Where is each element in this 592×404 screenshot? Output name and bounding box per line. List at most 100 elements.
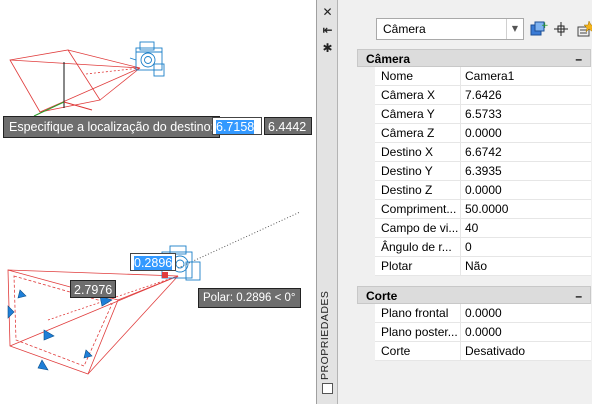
drawing-area xyxy=(7,41,301,375)
grip-bottom-left xyxy=(37,359,49,371)
grip-center xyxy=(43,329,55,341)
row-gutter xyxy=(357,323,375,342)
property-row[interactable]: Ângulo de r... 0 xyxy=(357,238,591,257)
property-name: Ângulo de r... xyxy=(375,238,461,257)
property-value[interactable]: 6.5733 xyxy=(461,105,591,124)
rubber-band-line xyxy=(177,211,301,269)
property-name: Corte xyxy=(375,342,461,361)
property-name: Nome xyxy=(375,67,461,86)
distance-input[interactable]: 0.2896 xyxy=(130,253,176,271)
property-value[interactable]: Não xyxy=(461,257,591,276)
dynamic-input-prompt: Especifique a localização do destino: xyxy=(3,116,220,138)
property-row[interactable]: Corte Desativado xyxy=(357,342,591,361)
property-name: Destino X xyxy=(375,143,461,162)
settings-icon[interactable]: ✱ xyxy=(321,42,334,55)
property-value[interactable]: 7.6426 xyxy=(461,86,591,105)
property-value[interactable]: 40 xyxy=(461,219,591,238)
property-name: Câmera Z xyxy=(375,124,461,143)
palette-title-strip[interactable]: ✕ ⇤ ✱ PROPRIEDADES xyxy=(317,0,338,404)
property-row[interactable]: Destino Y 6.3935 xyxy=(357,162,591,181)
row-gutter xyxy=(357,105,375,124)
palette-title: PROPRIEDADES xyxy=(319,290,331,380)
row-gutter xyxy=(357,181,375,200)
category-spacer xyxy=(357,276,591,286)
drawing-canvas[interactable]: Especifique a localização do destino: 6.… xyxy=(0,0,316,404)
row-gutter xyxy=(357,200,375,219)
property-name: Campo de vi... xyxy=(375,219,461,238)
row-gutter xyxy=(357,219,375,238)
property-name: Plano poster... xyxy=(375,323,461,342)
chevron-down-icon: ▼ xyxy=(506,19,523,39)
property-value[interactable]: 0.0000 xyxy=(461,181,591,200)
category-clipping-label: Corte xyxy=(366,289,398,303)
svg-text:+: + xyxy=(541,21,548,31)
property-row[interactable]: Câmera X 7.6426 xyxy=(357,86,591,105)
category-camera-label: Câmera xyxy=(366,52,411,66)
property-row[interactable]: Nome Camera1 xyxy=(357,67,591,86)
grip-upper-left xyxy=(17,289,27,299)
row-gutter xyxy=(357,124,375,143)
property-value[interactable]: Camera1 xyxy=(461,67,591,86)
property-value[interactable]: 0.0000 xyxy=(461,323,591,342)
x-coordinate-value: 6.7158 xyxy=(216,120,255,134)
row-gutter xyxy=(357,304,375,323)
row-gutter xyxy=(357,143,375,162)
row-gutter xyxy=(357,162,375,181)
property-value[interactable]: 50.0000 xyxy=(461,200,591,219)
property-value[interactable]: 6.3935 xyxy=(461,162,591,181)
property-value[interactable]: 0 xyxy=(461,238,591,257)
property-name: Compriment... xyxy=(375,200,461,219)
clipping-properties: Plano frontal 0.0000 Plano poster... 0.0000… xyxy=(357,304,591,361)
property-row[interactable]: Plano poster... 0.0000 xyxy=(357,323,591,342)
property-row[interactable]: Destino Z 0.0000 xyxy=(357,181,591,200)
property-value[interactable]: Desativado xyxy=(461,342,591,361)
property-row[interactable]: Campo de vi... 40 xyxy=(357,219,591,238)
palette-menu-icon[interactable] xyxy=(322,383,333,394)
grip-left xyxy=(7,305,15,319)
row-gutter xyxy=(357,238,375,257)
select-objects-icon[interactable] xyxy=(551,19,571,39)
x-coordinate-input[interactable]: 6.7158 xyxy=(212,117,262,135)
polar-tooltip: Polar: 0.2896 < 0° xyxy=(198,288,301,308)
camera-grips[interactable] xyxy=(7,289,113,371)
object-type-value: Câmera xyxy=(383,22,426,36)
object-type-dropdown[interactable]: Câmera ▼ xyxy=(376,18,524,40)
grip-bottom-right xyxy=(83,349,93,359)
property-row[interactable]: Câmera Y 6.5733 xyxy=(357,105,591,124)
camera-properties: Nome Camera1 Câmera X 7.6426 Câmera Y 6.5733 C… xyxy=(357,67,591,276)
distance-value: 0.2896 xyxy=(134,256,173,270)
toggle-pickadd-icon[interactable]: + xyxy=(528,19,548,39)
property-grid: Câmera – Nome Camera1 Câmera X 7.6426 Câmera… xyxy=(357,49,591,361)
properties-palette: ✕ ⇤ ✱ PROPRIEDADES Câmera ▼ + Câmera – N… xyxy=(316,0,592,404)
property-row[interactable]: Câmera Z 0.0000 xyxy=(357,124,591,143)
property-name: Câmera X xyxy=(375,86,461,105)
row-gutter xyxy=(357,67,375,86)
row-gutter xyxy=(357,342,375,361)
top-camera-frustum xyxy=(9,49,141,113)
close-icon[interactable]: ✕ xyxy=(321,6,334,19)
palette-body: Câmera ▼ + Câmera – Nome Camera1 Câmera X7… xyxy=(338,0,592,404)
property-row[interactable]: Plotar Não xyxy=(357,257,591,276)
property-row[interactable]: Plano frontal 0.0000 xyxy=(357,304,591,323)
secondary-distance-input[interactable]: 2.7976 xyxy=(70,280,116,298)
property-name: Plano frontal xyxy=(375,304,461,323)
target-grip[interactable] xyxy=(162,272,168,278)
property-row[interactable]: Destino X 6.6742 xyxy=(357,143,591,162)
ucs-icon xyxy=(33,62,93,117)
property-value[interactable]: 6.6742 xyxy=(461,143,591,162)
y-coordinate-input[interactable]: 6.4442 xyxy=(264,117,312,135)
property-name: Plotar xyxy=(375,257,461,276)
property-value[interactable]: 0.0000 xyxy=(461,124,591,143)
collapse-icon[interactable]: – xyxy=(575,287,582,305)
property-row[interactable]: Compriment... 50.0000 xyxy=(357,200,591,219)
category-camera[interactable]: Câmera – xyxy=(357,49,591,67)
auto-hide-icon[interactable]: ⇤ xyxy=(321,24,334,37)
property-name: Câmera Y xyxy=(375,105,461,124)
category-clipping[interactable]: Corte – xyxy=(357,286,591,304)
property-name: Destino Y xyxy=(375,162,461,181)
quick-select-icon[interactable] xyxy=(575,19,592,39)
row-gutter xyxy=(357,86,375,105)
property-name: Destino Z xyxy=(375,181,461,200)
property-value[interactable]: 0.0000 xyxy=(461,304,591,323)
collapse-icon[interactable]: – xyxy=(575,50,582,68)
